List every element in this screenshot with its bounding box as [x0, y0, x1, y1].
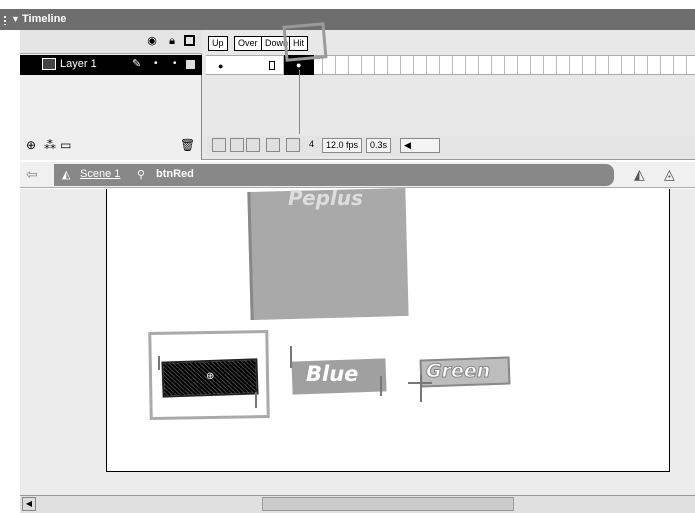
- layer-header: ◉ 🔒︎: [20, 30, 202, 54]
- layer-name: Layer 1: [60, 58, 97, 70]
- edit-scene-icon[interactable]: ◭: [634, 166, 645, 183]
- add-folder-icon[interactable]: ▭: [60, 138, 71, 152]
- back-arrow-icon[interactable]: ⇦: [26, 166, 38, 183]
- onion-outline-icon[interactable]: [246, 138, 260, 152]
- timeline-title-bar[interactable]: ▼ Timeline: [0, 9, 695, 30]
- outline-square[interactable]: [186, 60, 195, 69]
- elapsed-time: 0.3s: [366, 138, 392, 153]
- collapse-arrow-icon[interactable]: ▼: [11, 9, 20, 30]
- onion-skin-icon[interactable]: [230, 138, 244, 152]
- frame-label-up[interactable]: Up: [208, 36, 228, 51]
- eye-icon[interactable]: ◉: [146, 35, 158, 47]
- playhead[interactable]: [282, 22, 328, 62]
- sketch-stroke: [380, 376, 382, 396]
- scroll-left-arrow-icon[interactable]: ◀: [22, 497, 36, 511]
- scene-link[interactable]: Scene 1: [80, 168, 120, 180]
- frame-header: Up Over Down Hit: [206, 36, 695, 52]
- sketch-stroke: [158, 356, 160, 370]
- green-button-label: Green: [425, 360, 491, 383]
- timeline-scroll-left[interactable]: ◀: [400, 138, 440, 153]
- timeline-title: Timeline: [22, 13, 67, 25]
- lock-icon[interactable]: 🔒︎: [166, 35, 178, 47]
- add-layer-icon[interactable]: ⊕: [26, 138, 36, 152]
- current-frame: 4: [309, 139, 315, 149]
- layer-icon: [42, 58, 56, 70]
- frame-rate: 12.0 fps: [322, 138, 363, 153]
- drag-grip-icon[interactable]: [3, 15, 7, 25]
- frame-label-over[interactable]: Over: [234, 36, 262, 51]
- playhead-line: [299, 70, 300, 134]
- edit-multiple-icon[interactable]: [266, 138, 280, 152]
- lock-dot[interactable]: •: [173, 58, 177, 69]
- center-frame-icon[interactable]: [212, 138, 226, 152]
- visibility-dot[interactable]: •: [154, 58, 158, 69]
- button-symbol-icon: ⚲: [137, 169, 146, 181]
- registration-point-icon: ⊕: [206, 371, 215, 382]
- pencil-icon: ✎: [132, 58, 142, 70]
- edit-symbols-icon[interactable]: ◬: [664, 166, 675, 183]
- layer-footer: ⊕ ⁂ ▭ 🗑︎: [20, 136, 202, 156]
- keyframe-up[interactable]: ●: [207, 55, 283, 75]
- blue-button-label: Blue: [306, 362, 359, 386]
- sketch-stroke: [420, 374, 422, 402]
- scene-icon: ◭: [62, 169, 71, 181]
- symbol-name: btnRed: [156, 168, 194, 180]
- add-guide-icon[interactable]: ⁂: [44, 138, 56, 152]
- top-shape-label: Peplus: [288, 186, 363, 210]
- sketch-stroke: [408, 382, 432, 384]
- sketch-stroke: [255, 392, 257, 408]
- trash-icon[interactable]: 🗑︎: [180, 138, 195, 152]
- sketch-stroke: [290, 346, 292, 368]
- scroll-thumb[interactable]: [262, 497, 514, 511]
- layer-row[interactable]: Layer 1 ✎ • •: [20, 55, 202, 75]
- modify-markers-icon[interactable]: [286, 138, 300, 152]
- outline-icon[interactable]: [184, 35, 195, 46]
